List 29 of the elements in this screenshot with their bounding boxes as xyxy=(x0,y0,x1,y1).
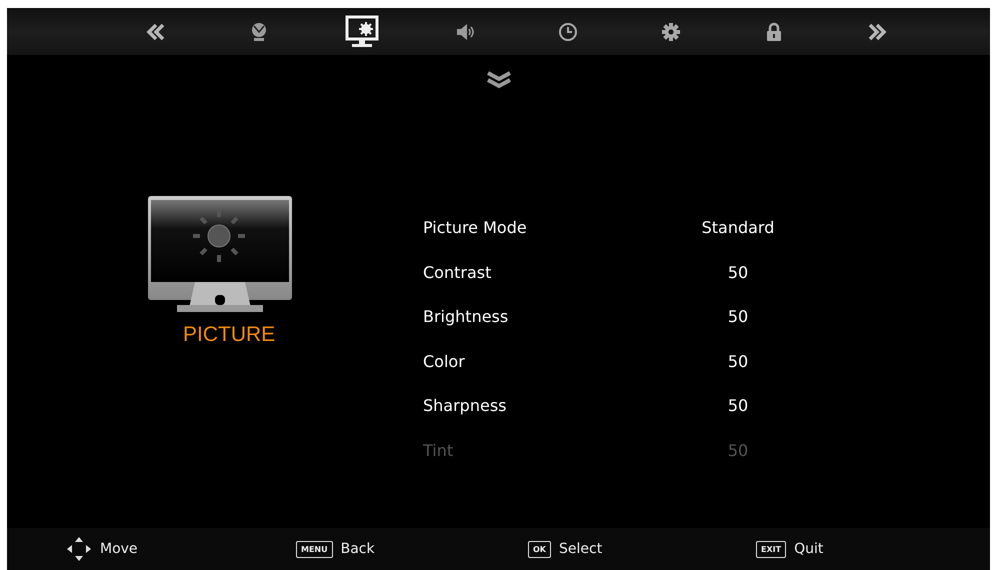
remote-key-label: OK xyxy=(528,540,551,558)
remote-key-label: MENU xyxy=(296,540,333,558)
menu-item-value: 50 xyxy=(726,396,750,415)
satellite-dish-icon xyxy=(250,22,268,42)
hint-label: Move xyxy=(100,541,138,557)
hint-label: Back xyxy=(340,541,375,557)
menu-item-label[interactable]: Sharpness xyxy=(423,396,693,415)
menu-item-value: 50 xyxy=(726,307,750,326)
menu-item-label[interactable]: Contrast xyxy=(423,262,693,282)
monitor-gear-icon xyxy=(344,14,378,48)
menu-item-label[interactable]: Brightness xyxy=(423,307,693,326)
menu-item-value: 50 xyxy=(726,440,750,460)
menu-item-label[interactable]: Picture Mode xyxy=(423,218,693,237)
remote-key-label: EXIT xyxy=(756,540,786,558)
double-chevron-left-icon xyxy=(146,22,166,40)
menu-item-value: Standard xyxy=(700,218,776,237)
hint-label: Quit xyxy=(794,541,824,557)
settings-icon xyxy=(660,22,680,42)
menu-item-value: 50 xyxy=(726,262,750,282)
speaker-icon xyxy=(454,22,474,40)
section-title: PICTURE xyxy=(183,323,276,347)
double-chevron-right-icon xyxy=(866,22,886,40)
clock-icon xyxy=(558,22,578,42)
double-chevron-down-icon xyxy=(486,71,512,89)
hint-label: Select xyxy=(559,541,602,557)
menu-item-value: 50 xyxy=(726,352,750,370)
padlock-icon xyxy=(766,22,782,42)
direction-arrows-icon xyxy=(66,536,92,562)
menu-item-label[interactable]: Color xyxy=(423,352,693,370)
